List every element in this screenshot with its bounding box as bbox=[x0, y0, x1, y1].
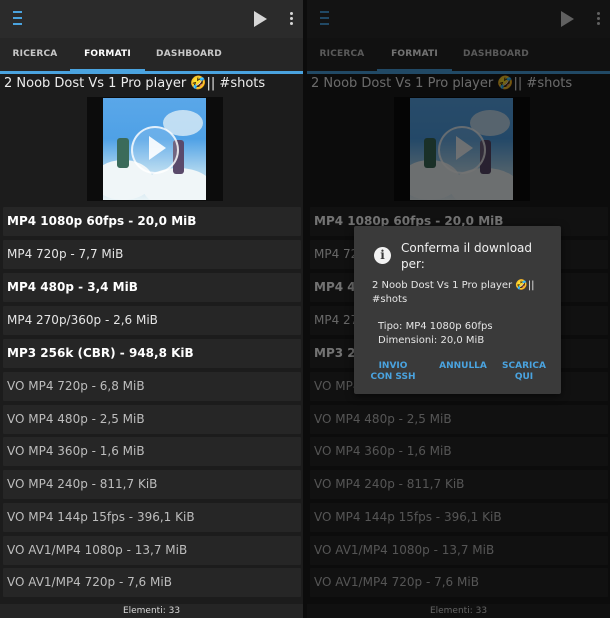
format-row[interactable]: VO MP4 360p - 1,6 MiB bbox=[3, 437, 301, 466]
dialog-video-title: 2 Noob Dost Vs 1 Pro player 🤣|| #shots bbox=[372, 280, 535, 305]
format-row[interactable]: MP4 720p - 7,7 MiB bbox=[3, 240, 301, 269]
format-row[interactable]: MP4 270p/360p - 2,6 MiB bbox=[3, 306, 301, 335]
dialog-size: Dimensioni: 20,0 MiB bbox=[378, 335, 485, 346]
video-title: 2 Noob Dost Vs 1 Pro player 🤣|| #shots bbox=[4, 76, 266, 91]
send-ssh-button[interactable]: INVIO CON SSH bbox=[368, 361, 418, 383]
format-row[interactable]: VO AV1/MP4 720p - 7,6 MiB bbox=[3, 568, 301, 597]
app-toolbar bbox=[0, 0, 303, 38]
tab-bar: RICERCA FORMATI DASHBOARD bbox=[0, 38, 303, 73]
tab-underline bbox=[0, 71, 303, 74]
thumbnail-play-triangle bbox=[149, 136, 166, 160]
format-row[interactable]: MP4 480p - 3,4 MiB bbox=[3, 273, 301, 302]
format-row[interactable]: MP4 1080p 60fps - 20,0 MiB bbox=[3, 207, 301, 236]
download-confirm-dialog: i Conferma il download per: 2 Noob Dost … bbox=[354, 226, 561, 394]
format-row[interactable]: VO MP4 480p - 2,5 MiB bbox=[3, 405, 301, 434]
tab-formati[interactable]: FORMATI bbox=[70, 38, 145, 72]
format-row[interactable]: VO MP4 720p - 6,8 MiB bbox=[3, 372, 301, 401]
play-icon[interactable] bbox=[254, 11, 267, 27]
tab-dashboard[interactable]: DASHBOARD bbox=[145, 38, 233, 69]
dialog-type: Tipo: MP4 1080p 60fps bbox=[378, 321, 493, 332]
cancel-button[interactable]: ANNULLA bbox=[438, 361, 488, 372]
more-options-icon[interactable] bbox=[290, 12, 294, 26]
format-row[interactable]: MP3 256k (CBR) - 948,8 KiB bbox=[3, 339, 301, 368]
video-thumbnail[interactable] bbox=[103, 98, 206, 200]
format-row[interactable]: VO AV1/MP4 1080p - 13,7 MiB bbox=[3, 536, 301, 565]
format-row[interactable]: VO MP4 144p 15fps - 396,1 KiB bbox=[3, 503, 301, 532]
screen-left: RICERCA FORMATI DASHBOARD 2 Noob Dost Vs… bbox=[0, 0, 303, 618]
tab-ricerca[interactable]: RICERCA bbox=[0, 38, 70, 69]
menu-icon[interactable] bbox=[13, 11, 23, 25]
items-count: Elementi: 33 bbox=[0, 604, 303, 618]
info-icon: i bbox=[374, 247, 391, 264]
download-here-button[interactable]: SCARICA QUI bbox=[500, 361, 548, 383]
format-row[interactable]: VO MP4 240p - 811,7 KiB bbox=[3, 470, 301, 499]
dialog-title: Conferma il download per: bbox=[401, 241, 533, 271]
